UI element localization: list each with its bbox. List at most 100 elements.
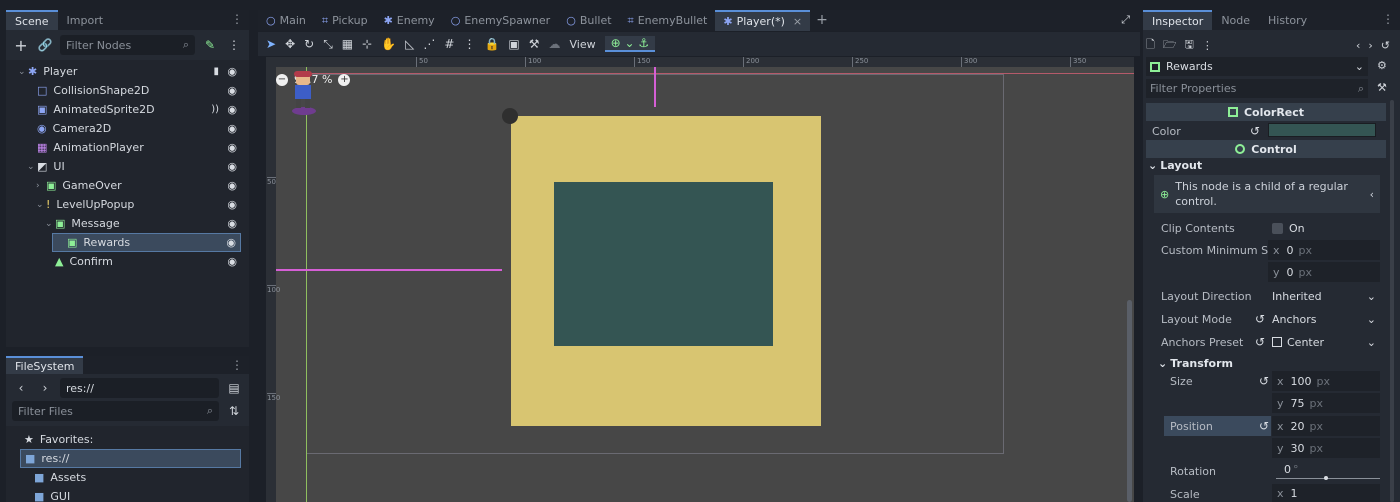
player-sprite[interactable]	[288, 71, 318, 115]
back-icon[interactable]: ‹	[12, 379, 30, 397]
inspector-scrollbar[interactable]	[1390, 100, 1394, 502]
expand-arrow-icon[interactable]: ⌄	[27, 162, 37, 172]
editor-tab-main[interactable]: ○ Main	[258, 10, 314, 31]
ruler-tool-icon[interactable]: ◺	[405, 37, 414, 51]
size-y-field[interactable]: y 75 px	[1272, 393, 1380, 413]
filter-properties-input[interactable]: Filter Properties ⌕	[1146, 79, 1368, 98]
list-view-icon[interactable]: ▤	[225, 379, 243, 397]
zoom-out-icon[interactable]: −	[276, 73, 288, 86]
forward-icon[interactable]: ›	[36, 379, 54, 397]
tab-filesystem[interactable]: FileSystem	[6, 356, 84, 374]
select-tool-icon[interactable]: ➤	[266, 37, 276, 51]
canvas-viewport[interactable]: − 99.7 % +	[266, 57, 1134, 502]
view-menu[interactable]: View	[570, 38, 596, 51]
tree-node-animatedsprite2d[interactable]: ▣ AnimatedSprite2D ◉))	[12, 100, 241, 119]
tab-inspector[interactable]: Inspector	[1143, 10, 1213, 30]
visibility-eye-icon[interactable]: ◉	[227, 255, 237, 268]
script-icon[interactable]: ▮	[213, 66, 219, 77]
editor-tab-enemybullet[interactable]: ⌗ EnemyBullet	[620, 10, 716, 31]
visibility-eye-icon[interactable]: ◉	[226, 236, 236, 249]
color-picker-button[interactable]	[1268, 123, 1376, 137]
more-icon[interactable]: ⋮	[1202, 39, 1213, 52]
zoom-in-icon[interactable]: +	[338, 73, 351, 86]
history-back-icon[interactable]: ‹	[1356, 39, 1360, 52]
scale-tool-icon[interactable]: ⤡	[323, 37, 333, 52]
visibility-eye-icon[interactable]: ◉	[227, 198, 237, 211]
fs-item-favorites[interactable]: ★ Favorites:	[20, 430, 241, 449]
min-size-x-field[interactable]: x 0 px	[1268, 240, 1380, 260]
anchors-preset-dropdown[interactable]: Center ⌄	[1268, 332, 1380, 352]
attach-script-icon[interactable]: ✎	[201, 36, 219, 54]
scale-x-field[interactable]: x1	[1272, 484, 1380, 502]
snap-options-icon[interactable]: ⋮	[463, 37, 475, 51]
object-history-icon[interactable]: ↺	[1381, 39, 1390, 52]
clip-contents-checkbox[interactable]: On	[1272, 222, 1305, 235]
tab-node[interactable]: Node	[1212, 10, 1259, 30]
tree-node-ui[interactable]: ⌄ ◩ UI ◉	[12, 157, 241, 176]
revert-icon[interactable]: ↺	[1250, 124, 1260, 138]
rotation-slider[interactable]: 0 °	[1276, 463, 1380, 481]
save-icon[interactable]: 🖫	[1185, 36, 1194, 55]
expand-arrow-icon[interactable]: ⌄	[36, 200, 46, 210]
visibility-eye-icon[interactable]: ◉	[227, 179, 237, 192]
fs-item-res[interactable]: ■ res://	[20, 449, 241, 468]
visibility-eye-icon[interactable]: ◉	[227, 65, 237, 78]
pan-tool-icon[interactable]: ✋	[381, 37, 396, 51]
editor-tab-player[interactable]: ✱ Player(*) ×	[715, 10, 811, 31]
smart-snap-icon[interactable]: ⋰	[423, 37, 435, 51]
rotation-slider-grabber[interactable]	[1324, 476, 1328, 480]
editor-tab-enemyspawner[interactable]: ○ EnemySpawner	[443, 10, 559, 31]
open-folder-icon[interactable]: 🗁	[1163, 36, 1177, 55]
link-icon[interactable]: 🔗	[36, 36, 54, 54]
anchor-preset-button[interactable]: ⊕ ⌄ ⚓	[604, 36, 656, 52]
group-icon[interactable]: ▣	[508, 37, 519, 51]
tree-node-confirm[interactable]: ▲ Confirm ◉	[12, 252, 241, 271]
distraction-free-icon[interactable]: ⤢	[1121, 13, 1130, 27]
grid-snap-icon[interactable]: #	[444, 37, 454, 51]
lock-icon[interactable]: 🔒	[484, 37, 499, 51]
editor-tab-pickup[interactable]: ⌗ Pickup	[314, 10, 376, 31]
position-x-field[interactable]: x 20 px	[1272, 416, 1380, 436]
revert-icon[interactable]: ↺	[1259, 419, 1269, 433]
pivot-handle[interactable]	[502, 108, 518, 124]
tree-node-gameover[interactable]: › ▣ GameOver ◉	[12, 176, 241, 195]
visibility-eye-icon[interactable]: ◉	[227, 160, 237, 173]
revert-icon[interactable]: ↺	[1255, 312, 1265, 326]
colorrect-section-head[interactable]: ColorRect	[1146, 103, 1386, 121]
visibility-eye-icon[interactable]: ◉	[227, 141, 237, 154]
viewport-scrollbar[interactable]	[1127, 300, 1132, 502]
size-x-field[interactable]: x 100 px	[1272, 371, 1380, 391]
min-size-y-field[interactable]: y 0 px	[1268, 262, 1380, 282]
filter-files-input[interactable]: Filter Files ⌕	[12, 401, 219, 421]
tree-node-leveluppopup[interactable]: ⌄! LevelUpPopup ◉	[12, 195, 241, 214]
layout-direction-dropdown[interactable]: Inherited ⌄	[1268, 286, 1380, 306]
add-node-icon[interactable]: +	[12, 36, 30, 55]
property-tools-icon[interactable]: ⚒	[1377, 81, 1387, 94]
fs-item-assets[interactable]: ■ Assets	[20, 468, 241, 487]
tree-node-camera2d[interactable]: ◉ Camera2D ◉	[12, 119, 241, 138]
tree-node-rewards[interactable]: ▣ Rewards ◉	[52, 233, 241, 252]
sort-icon[interactable]: ⇅	[225, 402, 243, 420]
chevron-left-icon[interactable]: ‹	[1370, 188, 1374, 201]
history-forward-icon[interactable]: ›	[1368, 39, 1372, 52]
layout-mode-dropdown[interactable]: Anchors ⌄	[1268, 309, 1380, 329]
tree-node-player[interactable]: ⌄ ✱ Player ◉ ▮	[12, 62, 241, 81]
visibility-eye-icon[interactable]: ◉	[227, 217, 237, 230]
expand-arrow-icon[interactable]: ⌄	[45, 219, 55, 229]
tree-node-message[interactable]: ⌄ ▣ Message ◉	[12, 214, 241, 233]
filesystem-menu-icon[interactable]: ⋮	[231, 358, 243, 372]
object-tools-icon[interactable]: ⚙	[1377, 59, 1387, 72]
light-icon[interactable]: ☁	[549, 37, 561, 51]
tree-node-collisionshape2d[interactable]: □ CollisionShape2D ◉	[12, 81, 241, 100]
position-y-field[interactable]: y 30 px	[1272, 438, 1380, 458]
rotate-tool-icon[interactable]: ↻	[304, 37, 314, 51]
close-icon[interactable]: ×	[793, 15, 802, 28]
rewards-inner-rect[interactable]	[554, 182, 773, 346]
tab-import[interactable]: Import	[58, 10, 113, 30]
editor-tab-enemy[interactable]: ✱ Enemy	[376, 10, 443, 31]
fs-item-gui[interactable]: ■ GUI	[20, 487, 241, 502]
editor-tab-bullet[interactable]: ○ Bullet	[558, 10, 619, 31]
path-input[interactable]: res://	[60, 378, 219, 398]
signal-icon[interactable]: ))	[211, 104, 219, 115]
visibility-eye-icon[interactable]: ◉	[227, 122, 237, 135]
